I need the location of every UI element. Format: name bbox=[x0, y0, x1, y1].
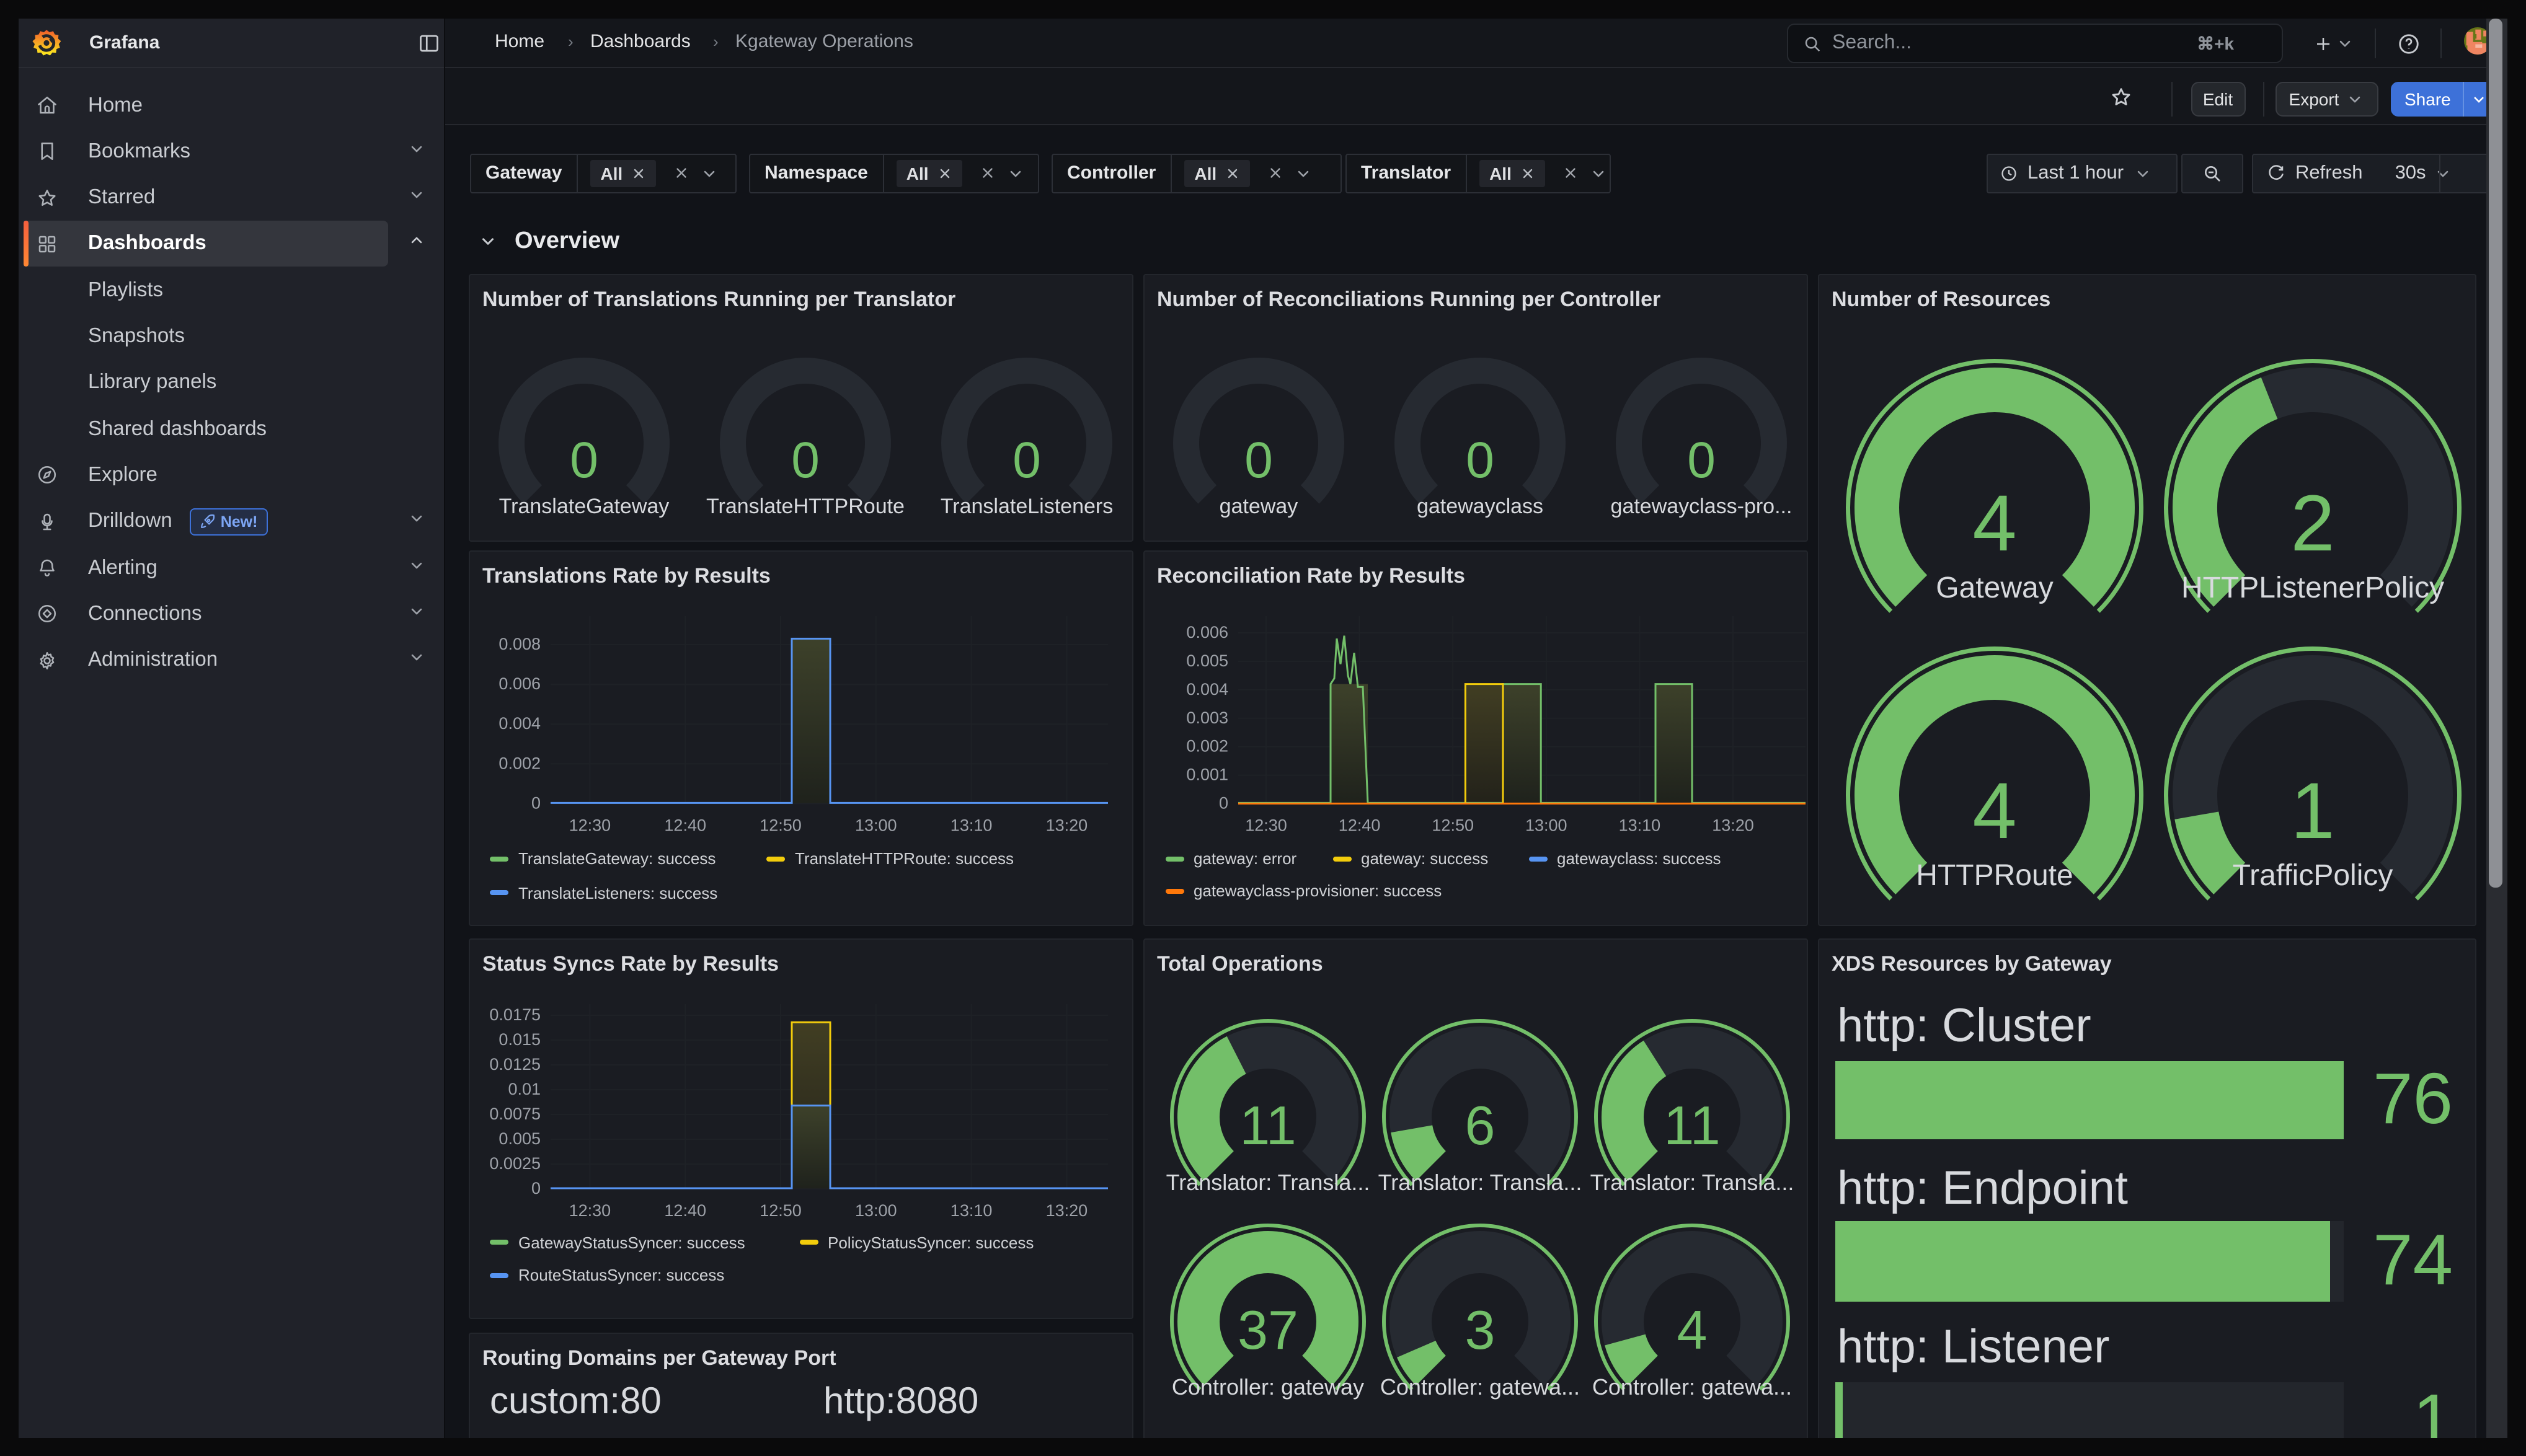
svg-text:0.0175: 0.0175 bbox=[489, 1005, 541, 1024]
svg-text:13:20: 13:20 bbox=[1046, 1201, 1088, 1220]
svg-text:13:10: 13:10 bbox=[951, 815, 993, 834]
svg-text:0.002: 0.002 bbox=[499, 753, 541, 772]
svg-text:13:10: 13:10 bbox=[1619, 815, 1661, 834]
svg-text:0.0025: 0.0025 bbox=[489, 1154, 541, 1173]
svg-text:0.003: 0.003 bbox=[1186, 708, 1228, 726]
svg-text:0.005: 0.005 bbox=[1186, 651, 1228, 669]
svg-text:0.0125: 0.0125 bbox=[489, 1055, 541, 1074]
svg-text:0.006: 0.006 bbox=[1186, 622, 1228, 641]
svg-text:12:50: 12:50 bbox=[760, 815, 802, 834]
svg-text:0.015: 0.015 bbox=[499, 1030, 541, 1049]
svg-text:12:30: 12:30 bbox=[569, 1201, 611, 1220]
svg-text:13:00: 13:00 bbox=[855, 1201, 897, 1220]
svg-text:0: 0 bbox=[1219, 793, 1228, 811]
svg-text:13:20: 13:20 bbox=[1712, 815, 1754, 834]
svg-text:13:20: 13:20 bbox=[1046, 815, 1088, 834]
svg-text:0.005: 0.005 bbox=[499, 1129, 541, 1148]
svg-text:12:40: 12:40 bbox=[664, 1201, 706, 1220]
svg-text:13:00: 13:00 bbox=[1525, 815, 1567, 834]
svg-text:0.0075: 0.0075 bbox=[489, 1105, 541, 1123]
svg-text:0: 0 bbox=[531, 793, 541, 811]
svg-text:12:50: 12:50 bbox=[1432, 815, 1474, 834]
svg-text:0.001: 0.001 bbox=[1186, 765, 1228, 783]
svg-text:0.002: 0.002 bbox=[1186, 736, 1228, 755]
svg-text:12:40: 12:40 bbox=[664, 815, 706, 834]
svg-text:12:30: 12:30 bbox=[569, 815, 611, 834]
svg-text:0.008: 0.008 bbox=[499, 634, 541, 653]
svg-text:0.01: 0.01 bbox=[508, 1080, 541, 1098]
svg-text:12:30: 12:30 bbox=[1245, 815, 1287, 834]
svg-text:0.004: 0.004 bbox=[499, 713, 541, 732]
svg-text:0.004: 0.004 bbox=[1186, 679, 1228, 698]
svg-text:0.006: 0.006 bbox=[499, 674, 541, 692]
svg-text:12:50: 12:50 bbox=[760, 1201, 802, 1220]
svg-text:13:10: 13:10 bbox=[951, 1201, 993, 1220]
svg-text:13:00: 13:00 bbox=[855, 815, 897, 834]
svg-text:12:40: 12:40 bbox=[1339, 815, 1381, 834]
svg-text:0: 0 bbox=[531, 1179, 541, 1198]
